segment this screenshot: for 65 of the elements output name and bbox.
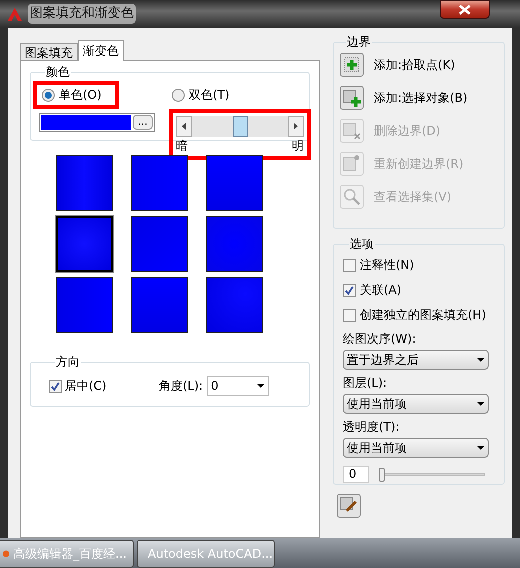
scroll-right-button[interactable] — [288, 116, 304, 137]
window-title: 图案填充和渐变色 — [28, 4, 136, 24]
checkbox[interactable] — [49, 380, 62, 392]
transparency-slider[interactable] — [379, 468, 485, 482]
dropdown[interactable]: 使用当前项 — [343, 394, 489, 414]
inherit-properties-button[interactable] — [337, 494, 361, 518]
radio-button[interactable] — [172, 88, 185, 102]
dark-label: 暗 — [176, 138, 188, 155]
boundary-tool-button[interactable] — [340, 53, 364, 77]
checkbox-label: 注释性(N) — [360, 257, 414, 274]
gradient-swatch[interactable] — [206, 216, 263, 272]
gradient-swatch[interactable] — [56, 155, 113, 211]
paintbrush-icon — [340, 497, 358, 515]
shade-slider[interactable] — [176, 116, 304, 137]
slider-thumb[interactable] — [232, 116, 248, 137]
dropdown-arrow-icon — [477, 358, 485, 362]
tab[interactable]: 渐变色 — [78, 40, 124, 61]
boundary-tool-label: 添加:选择对象(B) — [374, 90, 468, 107]
boundary-tool-label: 添加:拾取点(K) — [374, 57, 456, 74]
scroll-left-button[interactable] — [176, 116, 192, 137]
checkbox[interactable] — [343, 284, 356, 296]
close-icon — [459, 4, 471, 14]
gradient-swatch[interactable] — [56, 277, 113, 333]
boundary-tool-label: 查看选择集(V) — [374, 189, 452, 206]
checkbox-label: 关联(A) — [360, 282, 402, 299]
checkbox[interactable] — [343, 258, 356, 272]
gradient-swatch[interactable] — [56, 216, 113, 272]
boundary-tool-button[interactable] — [340, 86, 364, 110]
app-logo-icon — [8, 8, 22, 20]
group-title: 颜色 — [45, 64, 71, 81]
gradient-swatch[interactable] — [131, 155, 188, 211]
color-field[interactable]: ... — [39, 113, 155, 132]
dropdown-arrow-icon — [477, 446, 485, 450]
radio-label: 单色(O) — [59, 87, 102, 104]
light-label: 明 — [292, 138, 304, 155]
tab[interactable]: 图案填充 — [20, 43, 78, 60]
angle-dropdown[interactable]: 0 — [207, 376, 270, 396]
transparency-input[interactable]: 0 — [343, 466, 369, 483]
right-arrow-icon — [294, 123, 298, 130]
group-title: 方向 — [55, 354, 81, 371]
group-title: 边界 — [346, 34, 372, 51]
slider-thumb[interactable] — [379, 468, 385, 482]
radio-button[interactable] — [42, 88, 55, 102]
browse-button[interactable]: ... — [133, 115, 153, 130]
group-title: 选项 — [349, 236, 375, 253]
dropdown[interactable]: 使用当前项 — [343, 438, 489, 458]
field-label: 透明度(T): — [343, 419, 401, 436]
field-label: 绘图次序(W): — [343, 331, 418, 348]
gradient-swatch[interactable] — [131, 277, 188, 333]
angle-label: 角度(L): — [159, 378, 204, 395]
boundary-tool-label: 删除边界(D) — [374, 123, 441, 140]
gradient-swatch[interactable] — [131, 216, 188, 272]
radio-label: 双色(T) — [189, 87, 230, 104]
checkbox[interactable] — [343, 308, 356, 322]
field-label: 图层(L): — [343, 375, 388, 392]
dropdown[interactable]: 置于边界之后 — [343, 350, 489, 370]
checkbox-label: 创建独立的图案填充(H) — [360, 307, 486, 324]
close-button[interactable] — [440, 0, 490, 19]
dropdown-arrow-icon — [477, 402, 485, 406]
boundary-tool-label: 重新创建边界(R) — [374, 156, 464, 173]
gradient-swatch[interactable] — [206, 277, 263, 333]
left-arrow-icon — [182, 123, 186, 130]
dropdown-arrow-icon — [257, 384, 266, 388]
gradient-swatch[interactable] — [206, 155, 263, 211]
checkbox-label: 居中(C) — [65, 378, 107, 395]
